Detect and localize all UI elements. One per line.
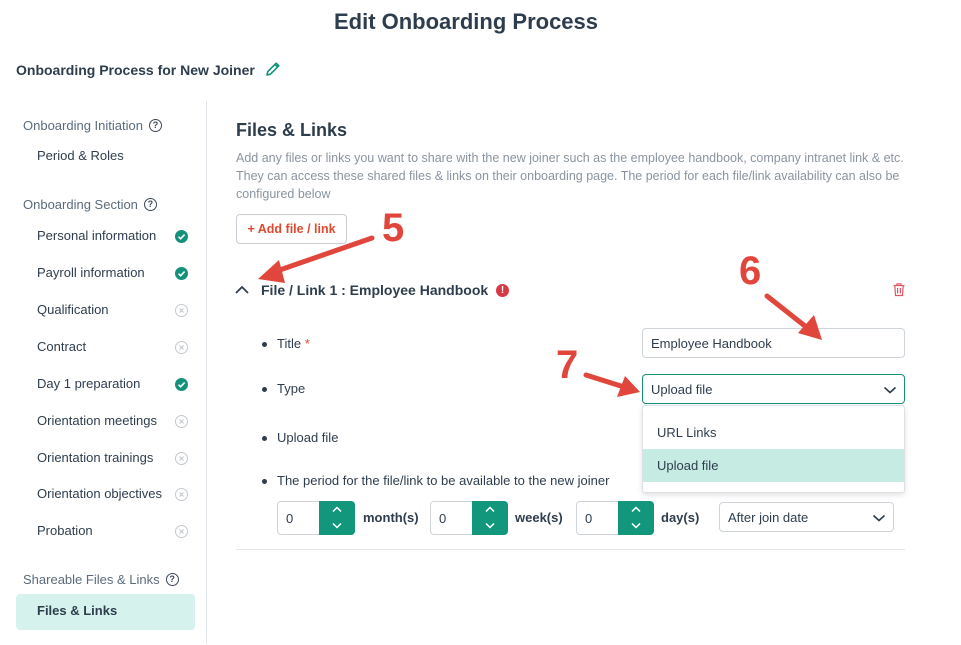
dropdown-option-upload-file[interactable]: Upload file	[643, 449, 904, 482]
x-circle-icon	[175, 341, 188, 354]
sidebar-item-orientation-meetings[interactable]: Orientation meetings	[37, 413, 157, 428]
x-circle-icon	[175, 488, 188, 501]
sidebar-group-label: Shareable Files & Links	[23, 572, 160, 587]
title-label-text: Title	[277, 336, 302, 351]
sidebar-item-contract[interactable]: Contract	[37, 339, 86, 354]
annotation-arrowhead-5	[258, 260, 285, 283]
type-select[interactable]: Upload file	[642, 374, 905, 404]
chevron-up-icon[interactable]	[631, 506, 641, 513]
sidebar-item-payroll-information[interactable]: Payroll information	[37, 265, 145, 280]
x-circle-icon	[175, 415, 188, 428]
check-circle-icon	[175, 230, 188, 243]
type-field-label: Type	[277, 381, 306, 396]
sidebar-group-onboarding-section: Onboarding Section ?	[23, 197, 157, 212]
months-value: 0	[286, 511, 294, 526]
sidebar-item-probation[interactable]: Probation	[37, 523, 93, 538]
annotation-arrow-7	[583, 372, 627, 390]
annotation-number-7: 7	[556, 343, 579, 387]
days-unit-label: day(s)	[661, 510, 700, 525]
check-circle-icon	[175, 267, 188, 280]
sidebar-group-onboarding-initiation: Onboarding Initiation ?	[23, 118, 162, 133]
months-unit-label: month(s)	[363, 510, 419, 525]
check-circle-icon	[175, 378, 188, 391]
weeks-stepper[interactable]	[472, 501, 508, 535]
type-dropdown-menu: URL Links Upload file	[642, 405, 905, 493]
type-select-value: Upload file	[651, 381, 713, 397]
months-input[interactable]: 0	[277, 501, 355, 535]
annotation-arrowhead-7	[617, 376, 640, 397]
chevron-up-icon[interactable]	[234, 283, 250, 297]
annotation-arrow-6	[764, 293, 813, 333]
weeks-value: 0	[439, 511, 447, 526]
help-icon[interactable]: ?	[143, 198, 157, 211]
bullet	[262, 436, 267, 441]
sidebar-item-personal-information[interactable]: Personal information	[37, 228, 156, 243]
weeks-input[interactable]: 0	[430, 501, 508, 535]
sidebar-divider	[206, 101, 207, 644]
section-title: Files & Links	[236, 120, 348, 140]
relative-to-select[interactable]: After join date	[719, 502, 894, 532]
sidebar-group-shareable-files: Shareable Files & Links ?	[23, 572, 179, 587]
annotation-number-6: 6	[739, 249, 762, 293]
days-stepper[interactable]	[618, 501, 654, 535]
file-link-header[interactable]: File / Link 1 : Employee Handbook	[261, 282, 488, 298]
process-name: Onboarding Process for New Joiner	[16, 62, 255, 78]
pencil-icon[interactable]	[264, 60, 282, 78]
chevron-down-icon	[883, 383, 897, 398]
add-file-link-button[interactable]: + Add file / link	[236, 214, 347, 244]
dropdown-option-url-links[interactable]: URL Links	[643, 416, 904, 449]
sidebar-group-label: Onboarding Section	[23, 197, 138, 212]
bullet	[262, 387, 267, 392]
sidebar-group-label: Onboarding Initiation	[23, 118, 143, 133]
bullet	[262, 342, 267, 347]
x-circle-icon	[175, 452, 188, 465]
trash-icon[interactable]	[892, 282, 906, 297]
period-label: The period for the file/link to be avail…	[277, 473, 610, 488]
title-input[interactable]: Employee Handbook	[642, 328, 905, 358]
days-input[interactable]: 0	[576, 501, 654, 535]
chevron-down-icon[interactable]	[332, 522, 342, 529]
section-description: Add any files or links you want to share…	[236, 151, 904, 201]
months-stepper[interactable]	[319, 501, 355, 535]
sidebar-item-day-1-preparation[interactable]: Day 1 preparation	[37, 376, 140, 391]
chevron-up-icon[interactable]	[332, 506, 342, 513]
relative-to-value: After join date	[728, 509, 809, 525]
sidebar-item-orientation-objectives[interactable]: Orientation objectives	[37, 486, 162, 501]
x-circle-icon	[175, 304, 188, 317]
warning-icon: !	[496, 284, 509, 297]
sidebar-item-period-roles[interactable]: Period & Roles	[37, 148, 124, 163]
annotation-number-5: 5	[382, 206, 405, 250]
upload-file-label: Upload file	[277, 430, 339, 445]
days-value: 0	[585, 511, 593, 526]
bullet	[262, 479, 267, 484]
card-divider	[236, 549, 905, 550]
required-mark: *	[304, 336, 310, 351]
sidebar-item-files-links-label: Files & Links	[37, 603, 118, 618]
help-icon[interactable]: ?	[165, 573, 179, 586]
x-circle-icon	[175, 525, 188, 538]
chevron-down-icon[interactable]	[485, 522, 495, 529]
chevron-down-icon[interactable]	[631, 522, 641, 529]
title-field-label: Title *	[277, 336, 310, 351]
chevron-up-icon[interactable]	[485, 506, 495, 513]
sidebar-item-qualification[interactable]: Qualification	[37, 302, 109, 317]
weeks-unit-label: week(s)	[515, 510, 563, 525]
chevron-down-icon	[872, 511, 886, 526]
page-title: Edit Onboarding Process	[333, 9, 599, 34]
help-icon[interactable]: ?	[148, 119, 162, 132]
sidebar-item-orientation-trainings[interactable]: Orientation trainings	[37, 450, 153, 465]
